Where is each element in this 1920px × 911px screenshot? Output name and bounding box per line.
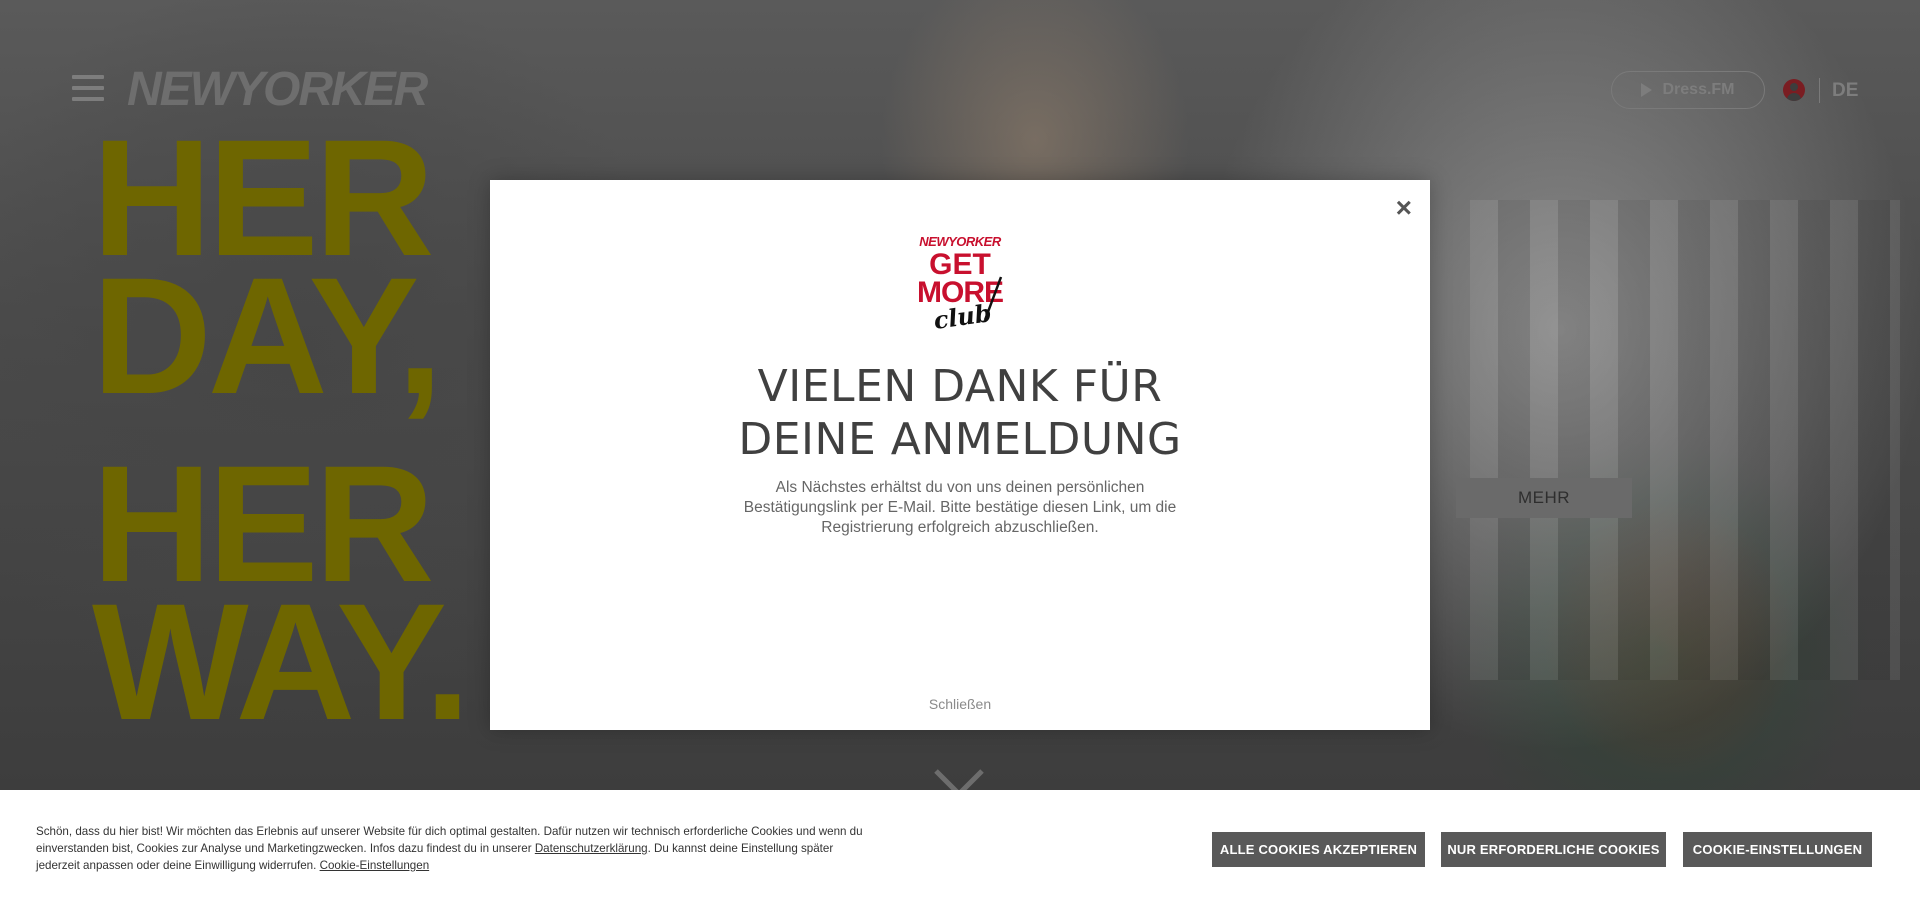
play-icon <box>1641 83 1653 97</box>
dressfm-button[interactable]: Dress.FM <box>1611 71 1765 109</box>
headline-line-2: DAY, <box>92 244 443 429</box>
modal-close-link[interactable]: Schließen <box>490 696 1430 712</box>
cookie-text: Schön, dass du hier bist! Wir möchten da… <box>36 823 876 874</box>
get-more-club-logo: NEWYORKER GET MORE club <box>917 234 1004 332</box>
close-icon[interactable]: × <box>1396 194 1412 222</box>
modal-title-line-1: VIELEN DANK FÜR <box>757 361 1163 412</box>
cookie-settings-link[interactable]: Cookie-Einstellungen <box>320 859 430 872</box>
language-selector[interactable]: DE <box>1832 80 1858 102</box>
header-divider <box>1819 78 1820 103</box>
only-required-cookies-button[interactable]: NUR ERFORDERLICHE COOKIES <box>1441 832 1666 867</box>
privacy-policy-link[interactable]: Datenschutzerklärung <box>535 842 648 855</box>
cookie-banner: Schön, dass du hier bist! Wir möchten da… <box>0 790 1920 911</box>
user-icon[interactable] <box>1783 79 1805 101</box>
dressfm-label: Dress.FM <box>1662 81 1735 98</box>
modal-title: VIELEN DANK FÜR DEINE ANMELDUNG <box>490 360 1430 466</box>
accept-all-cookies-button[interactable]: ALLE COOKIES AKZEPTIEREN <box>1212 832 1425 867</box>
mehr-button[interactable]: MEHR <box>1456 478 1632 518</box>
hero-building-columns <box>1470 200 1900 680</box>
hero-headline: HER DAY, HER WAY. <box>92 116 471 755</box>
logo-brand: NEWYORKER <box>919 234 1002 249</box>
headline-line-4: WAY. <box>92 570 471 755</box>
cookie-settings-button[interactable]: COOKIE-EINSTELLUNGEN <box>1683 832 1872 867</box>
registration-success-modal: × NEWYORKER GET MORE club VIELEN DANK FÜ… <box>490 180 1430 730</box>
modal-body-text: Als Nächstes erhältst du von uns deinen … <box>743 479 1177 536</box>
menu-icon[interactable] <box>72 75 104 103</box>
modal-title-line-2: DEINE ANMELDUNG <box>738 414 1182 465</box>
